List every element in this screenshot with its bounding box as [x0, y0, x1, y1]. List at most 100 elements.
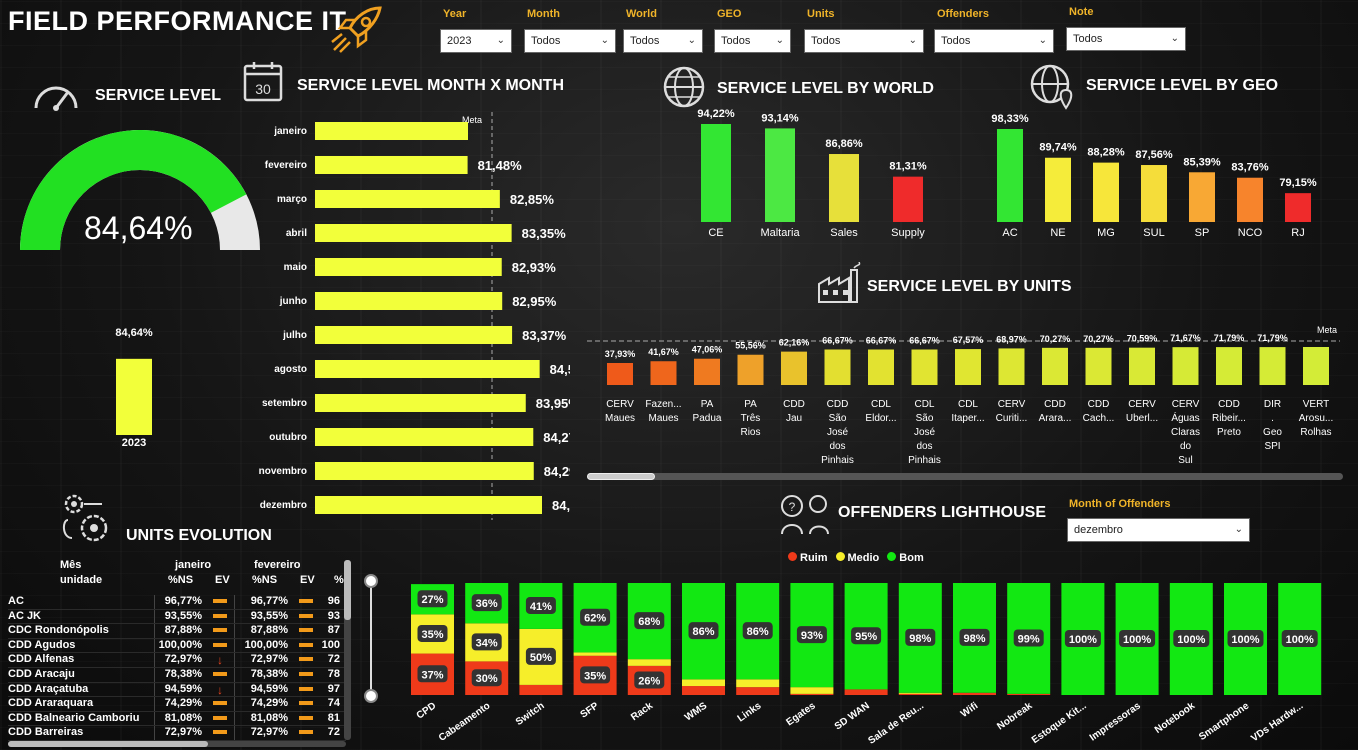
- offenders-segment-ruim[interactable]: [898, 693, 942, 695]
- units-scrollbar-thumb[interactable]: [587, 473, 655, 480]
- geo-bar[interactable]: [997, 129, 1023, 222]
- units-bar[interactable]: [1172, 347, 1199, 385]
- world-bar[interactable]: [893, 176, 923, 222]
- table-row[interactable]: CDD Agudos 100,00% 100,00% 100: [8, 638, 346, 654]
- month-bar[interactable]: [315, 462, 534, 480]
- month-bar[interactable]: [315, 122, 468, 140]
- units-axis-label: PA Padua: [693, 399, 722, 424]
- month-bar[interactable]: [315, 428, 534, 446]
- filter-units-select[interactable]: Todos ⌄: [804, 29, 924, 53]
- world-bar[interactable]: [701, 124, 731, 222]
- geo-bar[interactable]: [1093, 162, 1119, 222]
- offenders-segment-ruim[interactable]: [790, 693, 834, 695]
- arrow-down-icon: ↓: [217, 682, 223, 697]
- table-row[interactable]: CDD Barreiras 72,97% 72,97% 72: [8, 726, 346, 741]
- offenders-segment-ruim[interactable]: [953, 692, 996, 695]
- world-bar-label: 81,31%: [889, 161, 927, 173]
- slider-handle-top[interactable]: [364, 574, 378, 588]
- cell-name: CDD Araçatuba: [8, 682, 89, 695]
- table-row[interactable]: CDD Araraquara 74,29% 74,29% 74: [8, 697, 346, 712]
- cell-name: CDD Agudos: [8, 638, 76, 651]
- filter-year-select[interactable]: 2023 ⌄: [440, 29, 512, 53]
- chevron-down-icon: ⌄: [496, 35, 505, 46]
- units-bar[interactable]: [868, 349, 894, 385]
- table-row[interactable]: CDC Rondonópolis 87,88% 87,88% 87: [8, 624, 346, 639]
- filter-geo-select[interactable]: Todos ⌄: [714, 29, 791, 53]
- table-row[interactable]: CDD Araçatuba 94,59% ↓ 94,59% 97: [8, 682, 346, 698]
- geo-bar[interactable]: [1141, 165, 1167, 222]
- month-bar[interactable]: [315, 190, 500, 208]
- geo-axis-label: RJ: [1291, 227, 1304, 239]
- offenders-segment-medio[interactable]: [898, 692, 942, 694]
- month-bar[interactable]: [315, 224, 512, 242]
- table-h-scrollbar-thumb[interactable]: [8, 741, 208, 747]
- month-label: fevereiro: [265, 160, 307, 171]
- geo-bar[interactable]: [1045, 157, 1071, 222]
- units-bar[interactable]: [1259, 347, 1286, 385]
- units-axis-label: CDD Cach...: [1083, 399, 1115, 424]
- geo-bar[interactable]: [1189, 172, 1215, 222]
- units-bar[interactable]: [911, 349, 938, 385]
- month-bar[interactable]: [315, 394, 526, 412]
- year-bar[interactable]: [116, 358, 152, 435]
- filter-month-select[interactable]: Todos ⌄: [524, 29, 616, 53]
- month-bar[interactable]: [315, 496, 542, 514]
- offenders-segment-medio[interactable]: [736, 679, 780, 688]
- flat-dash-icon: [206, 668, 234, 682]
- table-row[interactable]: AC 96,77% 96,77% 96: [8, 595, 346, 610]
- offenders-segment-medio[interactable]: [627, 659, 671, 666]
- world-bar[interactable]: [765, 128, 795, 222]
- world-bar[interactable]: [829, 154, 859, 222]
- table-row[interactable]: CDD Alfenas 72,97% ↓ 72,97% 72: [8, 653, 346, 668]
- units-bar[interactable]: [607, 363, 633, 385]
- offenders-segment-ruim[interactable]: [519, 684, 563, 695]
- units-bar[interactable]: [737, 354, 764, 385]
- offenders-segment-medio[interactable]: [573, 652, 617, 656]
- units-bar-label: 71,79%: [1214, 333, 1245, 343]
- col-ns-3: %: [334, 574, 344, 586]
- units-bar-label: 70,59%: [1127, 334, 1158, 344]
- offenders-segment-medio[interactable]: [790, 687, 834, 694]
- month-bar[interactable]: [315, 360, 540, 378]
- units-bar-label: 70,27%: [1040, 334, 1071, 344]
- units-bar[interactable]: [694, 358, 720, 385]
- units-bar[interactable]: [1085, 347, 1112, 385]
- month-bar[interactable]: [315, 326, 513, 344]
- slider-handle-bottom[interactable]: [364, 689, 378, 703]
- offenders-segment-ruim[interactable]: [682, 686, 725, 695]
- offenders-segment-medio[interactable]: [682, 679, 725, 687]
- month-label: julho: [282, 330, 307, 341]
- year-bar-label: 84,64%: [115, 327, 153, 339]
- month-bar[interactable]: [315, 156, 468, 174]
- units-bar[interactable]: [1303, 347, 1329, 385]
- units-bar[interactable]: [1042, 347, 1068, 385]
- table-row[interactable]: CDD Aracaju 78,38% 78,38% 78: [8, 667, 346, 683]
- table-v-scrollbar-thumb[interactable]: [344, 560, 351, 620]
- geo-bar[interactable]: [1237, 177, 1263, 222]
- table-h-scrollbar[interactable]: [8, 741, 346, 747]
- offenders-segment-ruim[interactable]: [1007, 693, 1051, 695]
- table-row[interactable]: CDD Balneario Camboriu 81,08% 81,08% 81: [8, 711, 346, 727]
- units-bar[interactable]: [650, 361, 677, 385]
- geo-bar[interactable]: [1285, 193, 1311, 222]
- units-bar[interactable]: [824, 349, 851, 385]
- table-v-scrollbar[interactable]: [344, 560, 351, 740]
- offenders-segment-ruim[interactable]: [736, 687, 780, 695]
- units-bar[interactable]: [955, 349, 981, 385]
- filter-note-select[interactable]: Todos ⌄: [1066, 27, 1186, 51]
- units-bar[interactable]: [1216, 347, 1242, 385]
- units-bar[interactable]: [1129, 347, 1155, 385]
- month-bar[interactable]: [315, 258, 502, 276]
- month-of-offenders-select[interactable]: dezembro ⌄: [1067, 518, 1250, 542]
- filter-offenders-select[interactable]: Todos ⌄: [934, 29, 1054, 53]
- offenders-segment-label: 36%: [476, 598, 498, 610]
- units-bar[interactable]: [781, 351, 807, 385]
- units-bar[interactable]: [998, 348, 1025, 385]
- geo-bar-label: 88,28%: [1087, 147, 1125, 159]
- offenders-segment-ruim[interactable]: [844, 689, 888, 695]
- month-bar[interactable]: [315, 292, 503, 310]
- table-row[interactable]: AC JK 93,55% 93,55% 93: [8, 609, 346, 625]
- filter-world-select[interactable]: Todos ⌄: [623, 29, 703, 53]
- offenders-segment-label: 93%: [801, 630, 823, 642]
- units-scrollbar[interactable]: [587, 473, 1343, 480]
